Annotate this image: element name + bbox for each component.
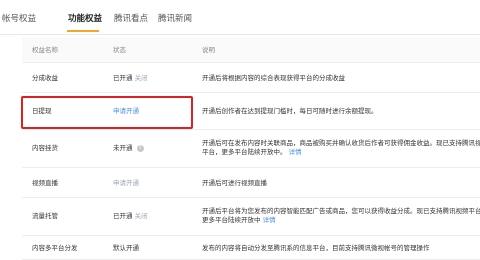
row-desc: 发布的内容将自动分发至腾讯系的信息平台，目前支持腾讯微视帐号的管理操作 bbox=[202, 244, 430, 252]
status-text: 已开通 bbox=[113, 212, 133, 220]
row-desc: 开通后可在发布内容时关联商品，商品被购买并确认收货后作者可获得佣金收益。现已支持… bbox=[202, 139, 480, 157]
tab-tencent-news[interactable]: 腾讯新闻 bbox=[158, 12, 192, 24]
tab-function-rights[interactable]: 功能权益 bbox=[68, 12, 102, 24]
row-status: 未开通 ? bbox=[113, 144, 144, 153]
help-circle-icon[interactable]: ? bbox=[136, 144, 144, 152]
active-tab-underline bbox=[67, 30, 99, 32]
row-status: 已开通 关闭 bbox=[113, 74, 148, 83]
row-name: 分成收益 bbox=[32, 74, 58, 82]
header-name: 权益名称 bbox=[32, 46, 58, 54]
row-desc: 开通后将根据内容的综合表现获得平台的分成收益 bbox=[202, 74, 345, 82]
row-status: 已开通 关闭 bbox=[113, 212, 148, 221]
table-row: 内容多平台分发 默认开通 发布的内容将自动分发至腾讯系的信息平台，目前支持腾讯微… bbox=[22, 236, 480, 260]
table-header: 权益名称 状态 说明 bbox=[22, 37, 480, 63]
desc-text: 开通后平台将为您发布的内容智能匹配广告或商品，您可以获得收益分成。现已支持腾讯视… bbox=[202, 207, 480, 224]
tab-bar: 帐号权益 功能权益 腾讯看点 腾讯新闻 bbox=[0, 0, 480, 35]
row-name: 内容挂货 bbox=[32, 144, 58, 152]
row-name: 流量托管 bbox=[32, 212, 58, 220]
details-link[interactable]: 详情 bbox=[263, 216, 276, 224]
details-link[interactable]: 详情 bbox=[289, 148, 302, 156]
table-row: 分成收益 已开通 关闭 开通后将根据内容的综合表现获得平台的分成收益 bbox=[22, 63, 480, 93]
highlight-box bbox=[21, 96, 193, 129]
table-row: 内容挂货 未开通 ? 开通后可在发布内容时关联商品，商品被购买并确认收货后作者可… bbox=[22, 130, 480, 168]
table-row: 流量托管 已开通 关闭 开通后平台将为您发布的内容智能匹配广告或商品，您可以获得… bbox=[22, 198, 480, 236]
row-desc: 开通后平台将为您发布的内容智能匹配广告或商品，您可以获得收益分成。现已支持腾讯视… bbox=[202, 207, 480, 225]
header-desc: 说明 bbox=[202, 46, 215, 54]
tab-account-rights[interactable]: 帐号权益 bbox=[2, 12, 36, 24]
row-name: 内容多平台分发 bbox=[32, 244, 78, 252]
apply-link[interactable]: 申请开通 bbox=[113, 179, 139, 187]
status-text: 未开通 bbox=[113, 144, 133, 152]
row-status: 默认开通 bbox=[113, 244, 139, 252]
row-desc: 开通后创作者在达到提现门槛时，每日可随时进行余额提现。 bbox=[202, 107, 378, 115]
close-link[interactable]: 关闭 bbox=[135, 212, 148, 220]
tab-tencent-kandian[interactable]: 腾讯看点 bbox=[114, 12, 148, 24]
close-link[interactable]: 关闭 bbox=[135, 74, 148, 82]
status-text: 已开通 bbox=[113, 74, 133, 82]
table-row: 视频直播 申请开通 开通后可进行视频直播 bbox=[22, 168, 480, 198]
header-status: 状态 bbox=[113, 46, 126, 54]
row-name: 视频直播 bbox=[32, 179, 58, 187]
desc-text: 开通后可在发布内容时关联商品，商品被购买并确认收货后作者可获得佣金收益。现已支持… bbox=[202, 139, 480, 156]
row-status: 申请开通 bbox=[113, 179, 139, 188]
row-desc: 开通后可进行视频直播 bbox=[202, 179, 267, 187]
